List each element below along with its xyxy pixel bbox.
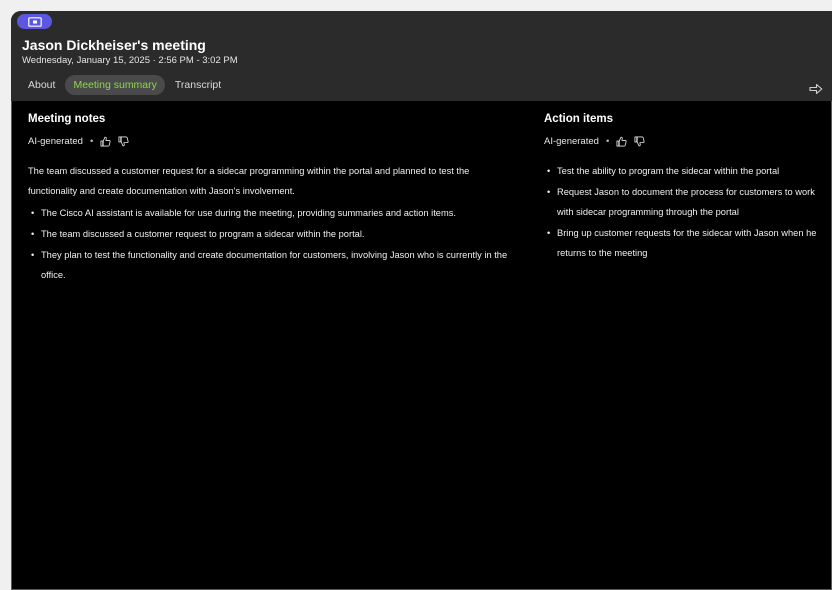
ai-generated-label: AI-generated [544,135,599,147]
meeting-notes-list: • The Cisco AI assistant is available for… [28,203,518,285]
tab-bar: About Meeting summary Transcript [22,75,227,95]
share-arrow-icon[interactable] [809,82,823,95]
meeting-notes-intro: The team discussed a customer request fo… [28,166,470,196]
meeting-header: Jason Dickheiser's meeting Wednesday, Ja… [11,11,832,101]
meeting-datetime: Wednesday, January 15, 2025 · 2:56 PM - … [22,55,238,66]
tab-about[interactable]: About [22,75,61,95]
list-item: • Request Jason to document the process f… [547,187,815,217]
meeting-notes-title: Meeting notes [28,113,106,125]
thumbs-down-icon[interactable] [634,136,645,147]
ai-generated-row: AI-generated • [28,134,518,148]
separator-dot: • [605,135,610,147]
list-item: • The team discussed a customer request t… [31,229,365,239]
separator-dot: • [89,135,94,147]
action-items-title: Action items [544,113,614,125]
thumbs-down-icon[interactable] [118,136,129,147]
tab-meeting-summary[interactable]: Meeting summary [65,75,165,95]
ai-generated-label: AI-generated [28,135,83,147]
ai-generated-row: AI-generated • [544,134,826,148]
thumbs-up-icon[interactable] [616,136,627,147]
list-item: • Test the ability to program the sidecar… [547,166,780,176]
meeting-title: Jason Dickheiser's meeting [22,37,206,53]
list-item: • Bring up customer requests for the side… [547,228,817,258]
meeting-window: Jason Dickheiser's meeting Wednesday, Ja… [11,11,832,590]
action-items-section: Action items AI-generated • • Test the ab… [544,113,826,264]
tab-transcript[interactable]: Transcript [169,75,227,95]
presentation-screen-icon[interactable] [17,14,52,29]
thumbs-up-icon[interactable] [100,136,111,147]
list-item: • They plan to test the functionality and… [31,250,508,280]
action-items-list: • Test the ability to program the sidecar… [544,161,826,263]
list-item: • The Cisco AI assistant is available for… [31,208,456,218]
meeting-notes-section: Meeting notes AI-generated • The team di… [28,113,518,286]
